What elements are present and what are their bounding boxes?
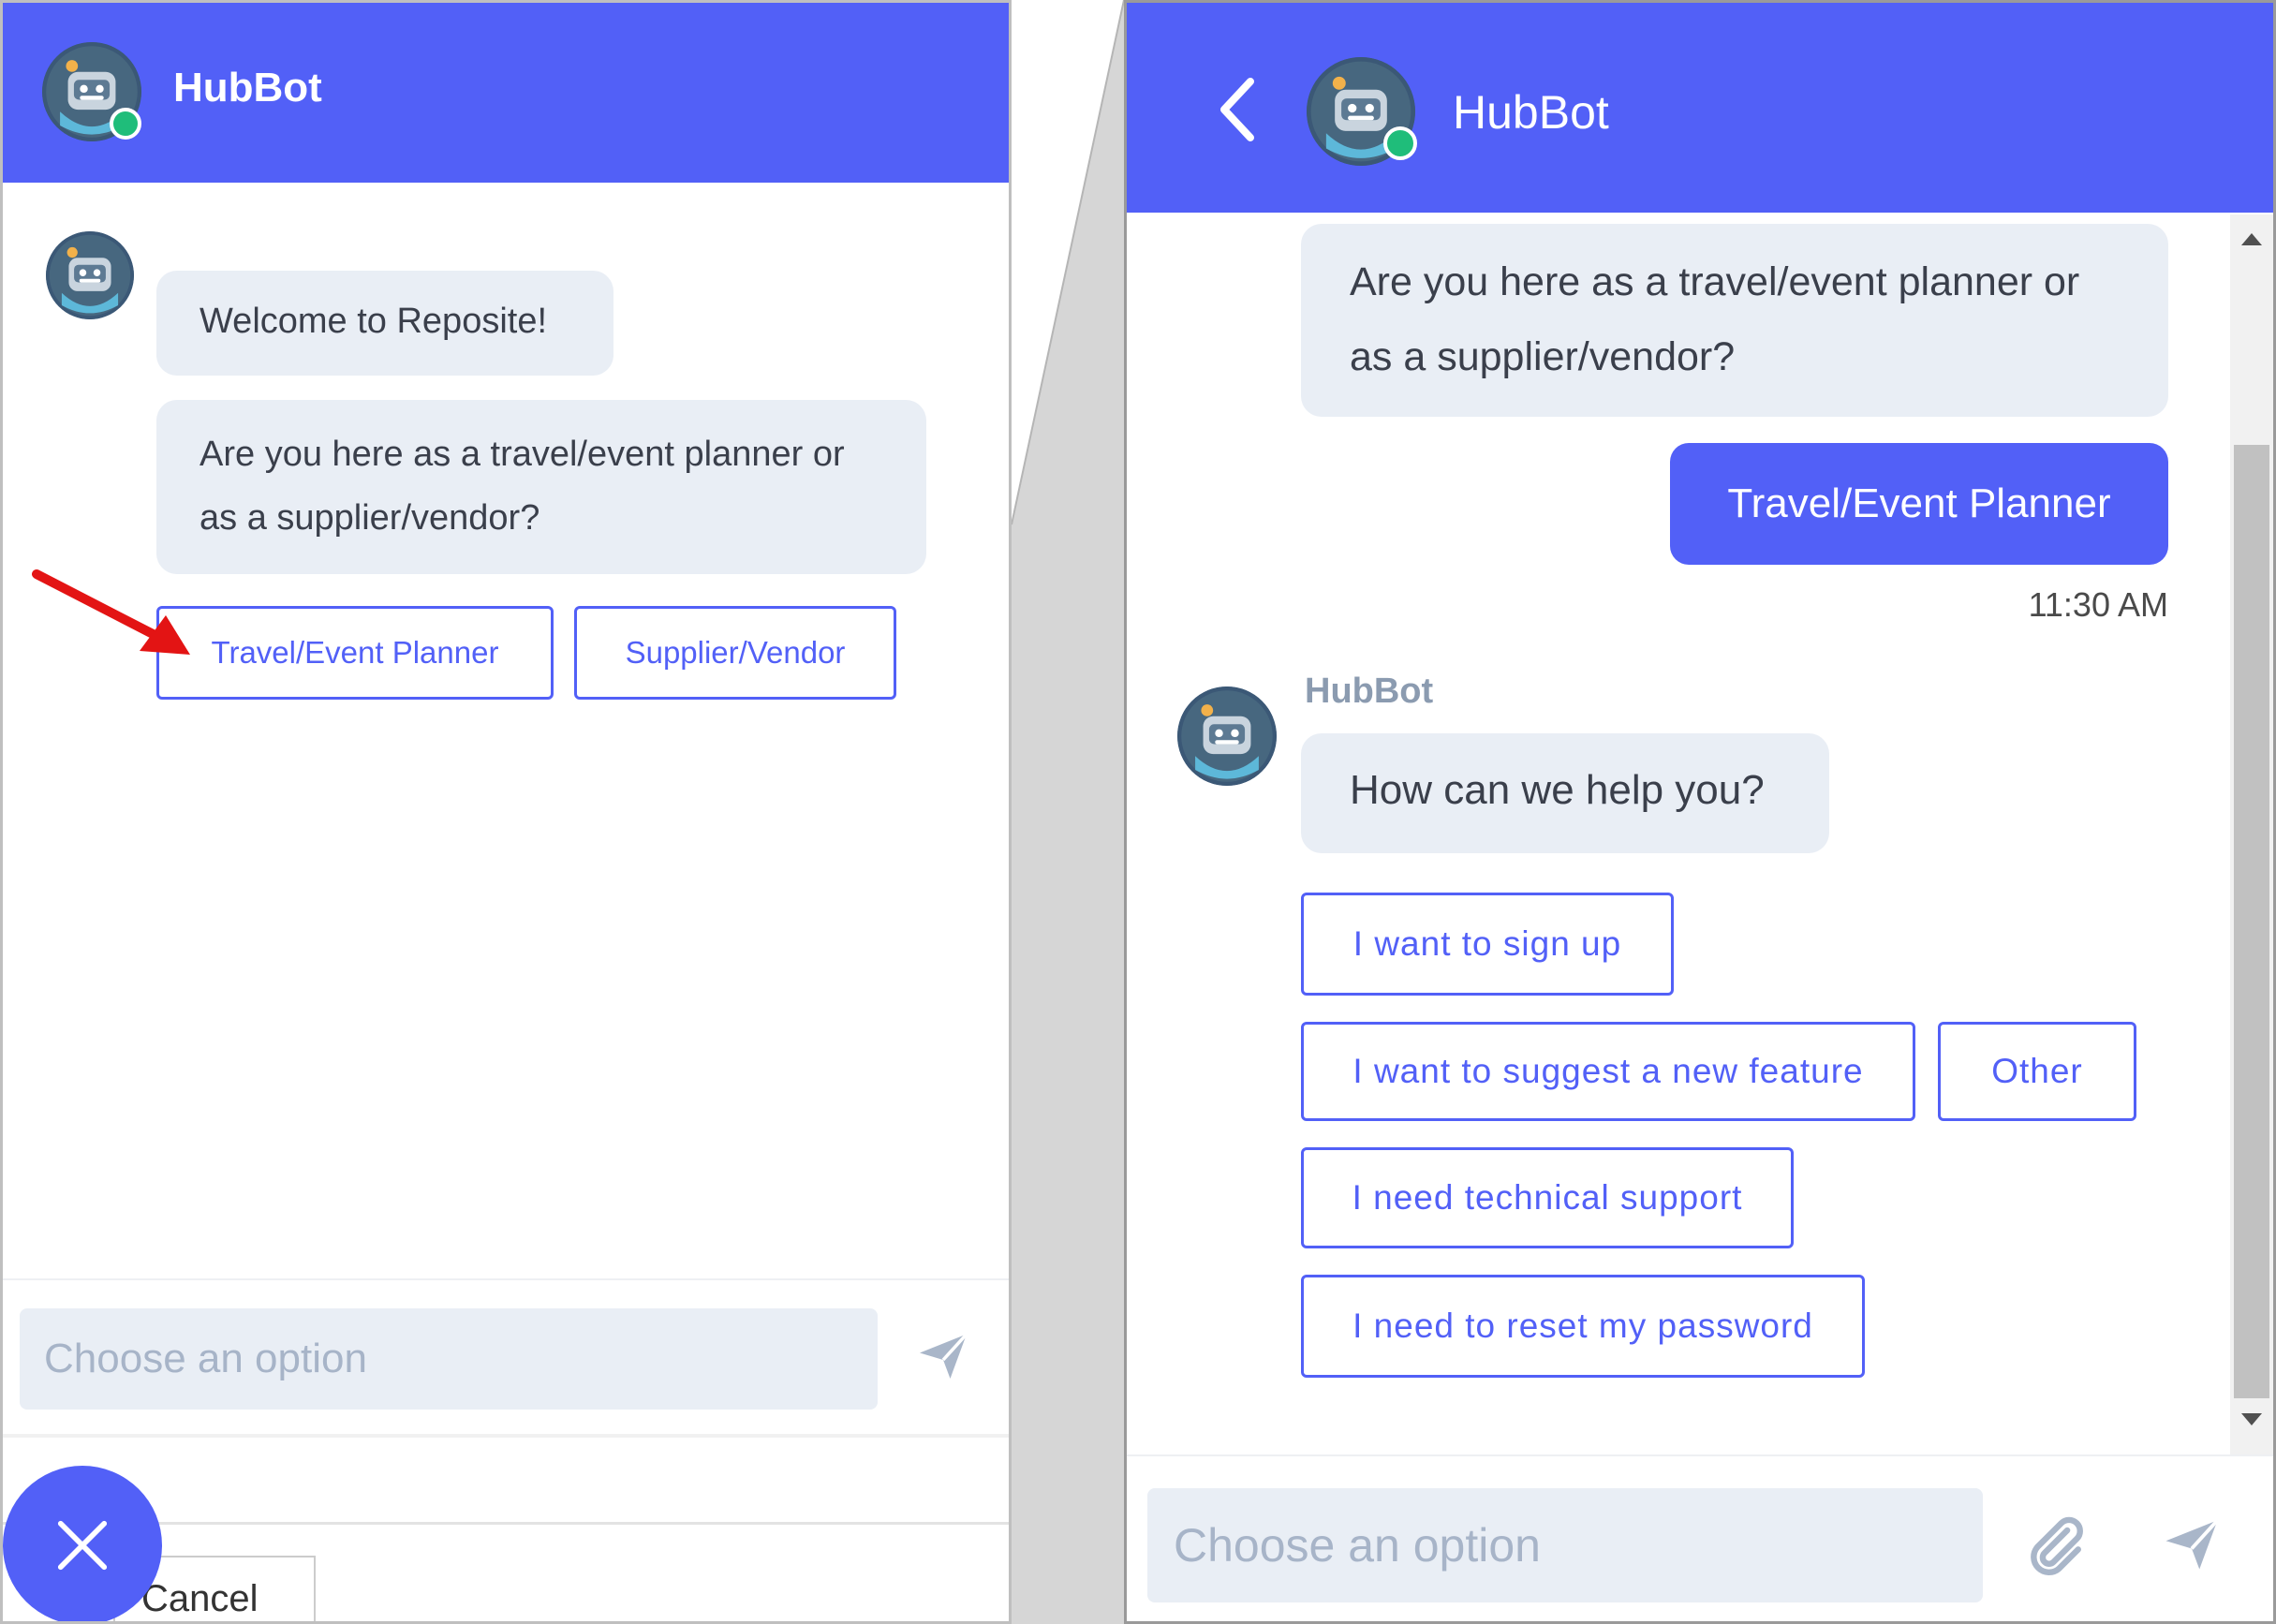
send-icon[interactable]	[2161, 1513, 2223, 1574]
header-title: HubBot	[173, 65, 322, 111]
scroll-down-arrow-icon[interactable]	[2241, 1413, 2262, 1425]
user-message-bubble: Travel/Event Planner	[1670, 443, 2168, 565]
bot-message-bubble: How can we help you?	[1301, 733, 1829, 853]
bot-avatar-icon	[1177, 687, 1277, 786]
scrollbar[interactable]	[2230, 214, 2273, 1454]
option-supplier-vendor-button[interactable]: Supplier/Vendor	[574, 606, 896, 700]
online-status-dot	[1383, 126, 1417, 160]
option-sign-up-button[interactable]: I want to sign up	[1301, 893, 1674, 996]
online-status-dot	[110, 108, 141, 140]
send-icon[interactable]	[915, 1327, 971, 1383]
message-timestamp: 11:30 AM	[2028, 585, 2168, 624]
bot-message-bubble: Welcome to Reposite!	[156, 271, 613, 376]
panel-shadow-divider	[3, 1434, 1009, 1438]
message-input[interactable]: Choose an option	[20, 1308, 878, 1410]
scroll-up-arrow-icon[interactable]	[2241, 233, 2262, 245]
bot-message-bubble: Are you here as a travel/event planner o…	[156, 400, 926, 574]
option-travel-event-planner-button[interactable]: Travel/Event Planner	[156, 606, 554, 700]
option-technical-support-button[interactable]: I need technical support	[1301, 1147, 1794, 1248]
bot-name-label: HubBot	[1305, 672, 1434, 711]
chat-header: HubBot	[3, 3, 1009, 183]
message-input[interactable]: Choose an option	[1147, 1488, 1983, 1602]
close-icon	[57, 1520, 108, 1571]
chat-widget-left: HubBot Welcome to Reposite! Are you here…	[0, 0, 1012, 1624]
chat-header: HubBot	[1127, 3, 2273, 213]
bot-message-bubble: Are you here as a travel/event planner o…	[1301, 224, 2168, 417]
chat-widget-right: HubBot Are you here as a travel/event pl…	[1124, 0, 2276, 1624]
scrollbar-thumb[interactable]	[2234, 445, 2269, 1398]
header-title: HubBot	[1453, 86, 1609, 139]
zoom-separator	[1012, 0, 1124, 1624]
option-other-button[interactable]: Other	[1938, 1022, 2136, 1121]
composer-bar: Choose an option	[1127, 1454, 2273, 1621]
option-reset-password-button[interactable]: I need to reset my password	[1301, 1275, 1865, 1378]
option-suggest-feature-button[interactable]: I want to suggest a new feature	[1301, 1022, 1915, 1121]
back-chevron-icon[interactable]	[1209, 74, 1265, 145]
paperclip-icon[interactable]	[2022, 1513, 2088, 1578]
close-chat-button[interactable]	[3, 1466, 162, 1621]
composer-bar: Choose an option	[3, 1278, 1009, 1436]
bot-avatar-icon	[46, 231, 134, 319]
red-arrow-annotation	[32, 569, 190, 655]
zoom-wedge	[1012, 0, 1124, 525]
